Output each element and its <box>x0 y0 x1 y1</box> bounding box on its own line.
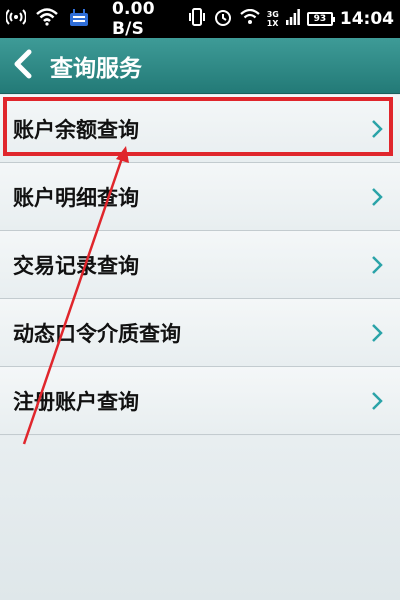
menu-item-label: 账户明细查询 <box>13 185 139 210</box>
hotspot-icon <box>5 8 27 30</box>
chevron-right-icon <box>370 322 384 344</box>
chevron-right-icon <box>370 118 384 140</box>
menu-item-registered-accounts[interactable]: 注册账户查询 <box>0 367 400 435</box>
network-type-bottom: 1X <box>266 19 279 28</box>
menu-item-transaction-records[interactable]: 交易记录查询 <box>0 231 400 299</box>
menu-item-label: 注册账户查询 <box>13 389 139 414</box>
menu-item-account-balance[interactable]: 账户余额查询 <box>0 95 400 163</box>
chevron-right-icon <box>370 390 384 412</box>
header: 查询服务 <box>0 38 400 94</box>
empty-area <box>0 436 400 600</box>
wifi-icon <box>36 8 58 30</box>
menu-item-label: 交易记录查询 <box>13 253 139 278</box>
network-type: 3G 1X <box>267 10 279 28</box>
battery-icon: 93 <box>306 12 335 26</box>
network-speed: 0.00 B/S <box>112 0 155 39</box>
chevron-left-icon <box>12 49 34 83</box>
alarm-icon <box>213 7 233 31</box>
menu-item-label: 账户余额查询 <box>13 117 139 142</box>
network-type-top: 3G <box>266 10 279 19</box>
clock: 14:04 <box>339 9 394 29</box>
back-button[interactable] <box>0 38 46 94</box>
signal-bars-icon <box>285 9 300 29</box>
menu-item-label: 动态口令介质查询 <box>13 321 181 346</box>
battery-level: 93 <box>313 14 327 24</box>
wifi-signal-icon <box>240 8 260 29</box>
app-notification-icon <box>68 6 90 32</box>
chevron-right-icon <box>370 254 384 276</box>
menu-item-dynamic-token[interactable]: 动态口令介质查询 <box>0 299 400 367</box>
vibrate-icon <box>188 7 206 31</box>
query-menu: 账户余额查询 账户明细查询 交易记录查询 动态口令介质查询 注册账户查询 <box>0 95 400 435</box>
page-title: 查询服务 <box>50 55 142 82</box>
status-bar: 0.00 B/S 3G 1X 93 14:04 <box>0 0 400 39</box>
menu-item-account-details[interactable]: 账户明细查询 <box>0 163 400 231</box>
chevron-right-icon <box>370 186 384 208</box>
